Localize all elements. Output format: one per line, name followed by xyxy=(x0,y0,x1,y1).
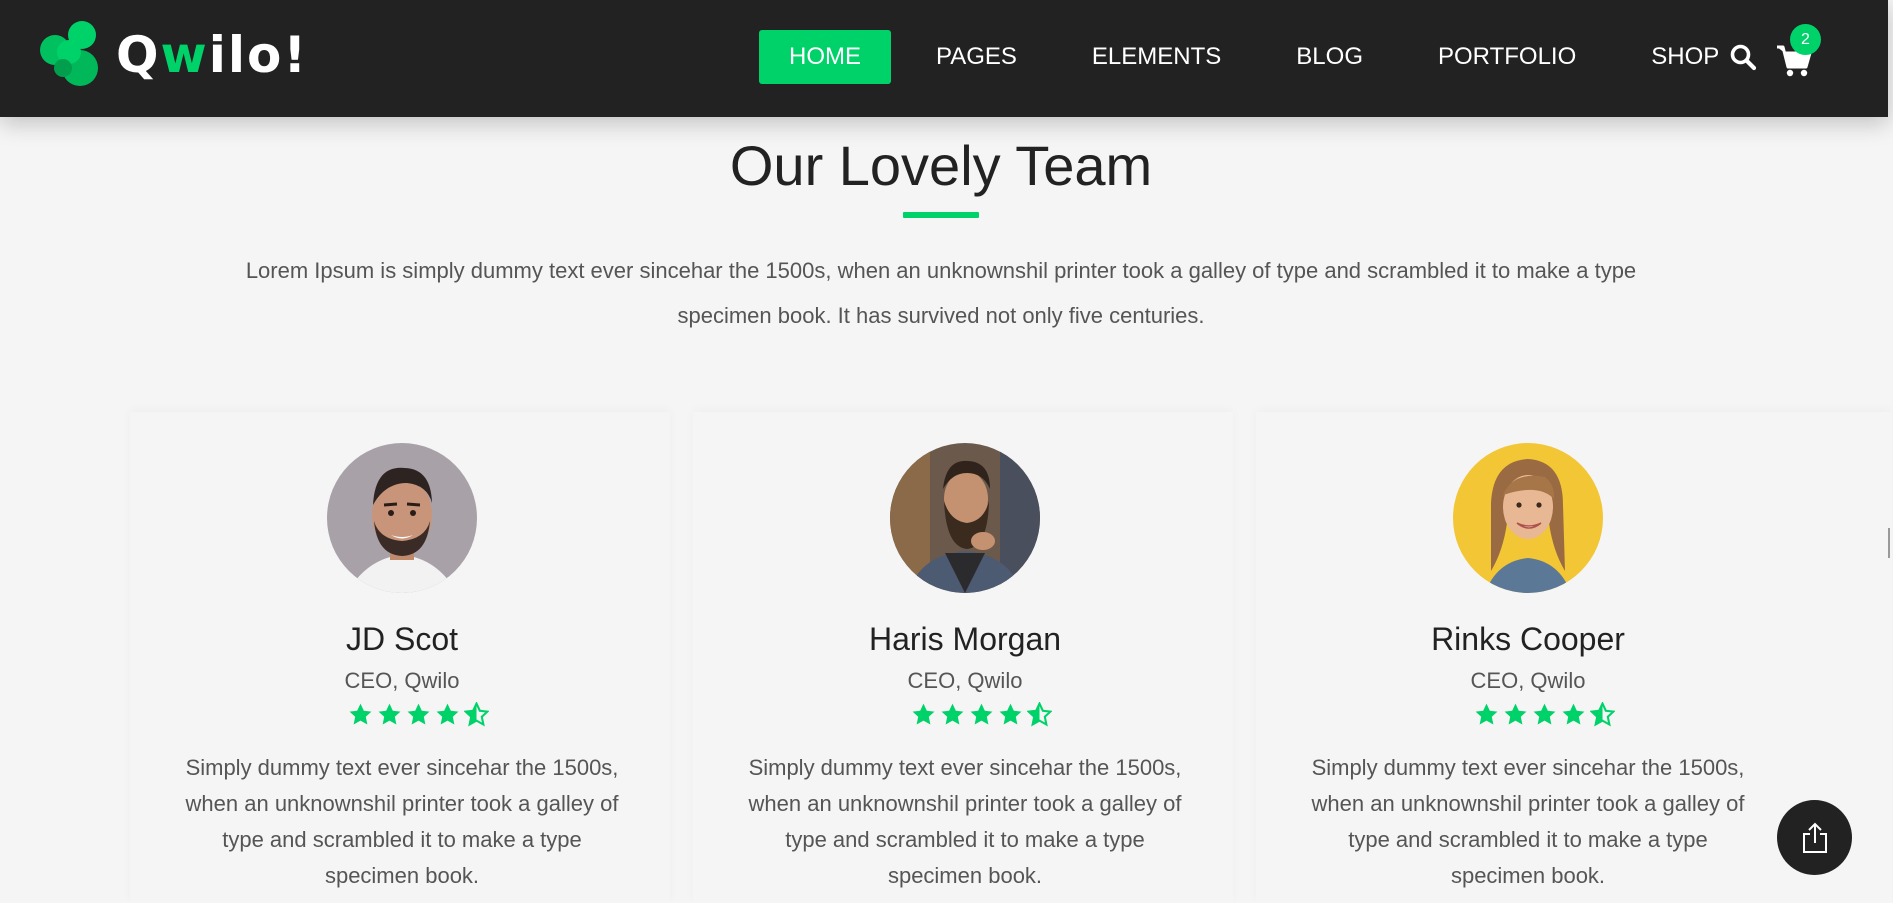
section-intro: Lorem Ipsum is simply dummy text ever si… xyxy=(245,258,1637,328)
star-half-icon xyxy=(464,702,489,727)
member-role: CEO, Qwilo xyxy=(907,668,1023,693)
nav-item-elements[interactable]: ELEMENTS xyxy=(1062,30,1251,84)
avatar-rinks-cooper xyxy=(1453,443,1603,593)
member-name: Haris Morgan xyxy=(868,621,1062,657)
avatar-jd-scot xyxy=(327,443,477,593)
star-full-icon xyxy=(436,703,459,725)
star-full-icon xyxy=(941,703,964,725)
star-full-icon xyxy=(999,703,1022,725)
star-full-icon xyxy=(912,703,935,725)
nav-item-blog[interactable]: BLOG xyxy=(1266,30,1393,84)
title-underline xyxy=(903,212,979,218)
member-bio: Simply dummy text ever sincehar the 1500… xyxy=(748,755,1182,888)
site-header: Qwilo! HOME PAGES ELEMENTS BLOG PORTFOLI… xyxy=(0,0,1888,117)
scrollbar-thumb[interactable] xyxy=(1888,528,1890,558)
site-logo[interactable]: Qwilo! xyxy=(38,20,308,90)
section-title: Our Lovely Team xyxy=(729,134,1153,197)
cart-count-badge: 2 xyxy=(1790,24,1821,55)
star-full-icon xyxy=(970,703,993,725)
star-full-icon xyxy=(349,703,372,725)
team-card: Rinks Cooper CEO, Qwilo Simply dummy tex… xyxy=(1273,412,1753,903)
nav-item-home[interactable]: HOME xyxy=(759,30,891,84)
team-card: Haris Morgan CEO, Qwilo Simply dummy tex… xyxy=(710,412,1190,903)
member-name: JD Scot xyxy=(345,621,459,657)
qwilo-logo-icon xyxy=(40,21,98,86)
rating-stars xyxy=(348,702,489,732)
star-full-icon xyxy=(1533,703,1556,725)
member-bio: Simply dummy text ever sincehar the 1500… xyxy=(185,755,619,888)
member-bio: Simply dummy text ever sincehar the 1500… xyxy=(1311,755,1745,888)
star-full-icon xyxy=(1504,703,1527,725)
rating-stars xyxy=(911,702,1052,732)
star-full-icon xyxy=(1562,703,1585,725)
share-icon xyxy=(1802,822,1827,853)
nav-item-portfolio[interactable]: PORTFOLIO xyxy=(1408,30,1606,84)
star-full-icon xyxy=(1475,703,1498,725)
portrait-photo xyxy=(327,443,477,593)
share-button[interactable] xyxy=(1777,800,1852,875)
search-icon[interactable] xyxy=(1729,43,1757,71)
star-full-icon xyxy=(407,703,430,725)
member-role: CEO, Qwilo xyxy=(344,668,460,693)
nav-item-pages[interactable]: PAGES xyxy=(906,30,1047,84)
logo-wordmark: Qwilo! xyxy=(116,26,309,84)
team-cards: JD Scot CEO, Qwilo Simply dummy text eve… xyxy=(130,412,1892,903)
portrait-photo xyxy=(890,443,1040,593)
member-role: CEO, Qwilo xyxy=(1470,668,1586,693)
star-full-icon xyxy=(378,703,401,725)
portrait-photo xyxy=(1453,443,1603,593)
member-name: Rinks Cooper xyxy=(1431,621,1625,657)
team-card: JD Scot CEO, Qwilo Simply dummy text eve… xyxy=(147,412,627,903)
rating-stars xyxy=(1474,702,1615,732)
star-half-icon xyxy=(1590,702,1615,727)
main-nav: HOME PAGES ELEMENTS BLOG PORTFOLIO SHOP xyxy=(759,30,1764,84)
avatar-haris-morgan xyxy=(890,443,1040,593)
star-half-icon xyxy=(1027,702,1052,727)
